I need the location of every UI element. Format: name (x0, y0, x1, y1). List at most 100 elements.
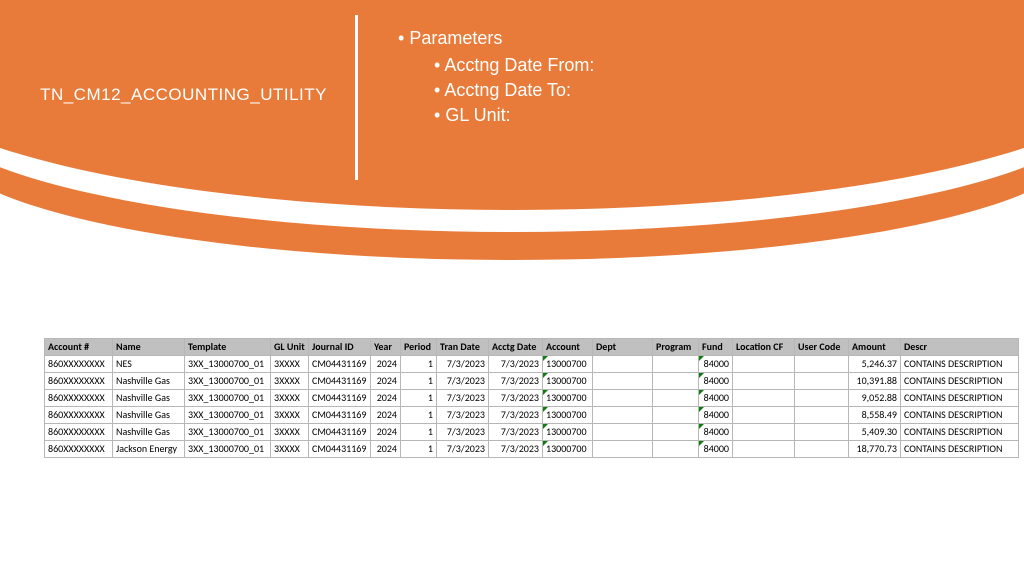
cell-account: 13000700 (543, 424, 593, 441)
cell-template: 3XX_13000700_01 (185, 390, 271, 407)
col-account-no: Account # (45, 339, 113, 356)
col-fund: Fund (699, 339, 733, 356)
cell-acctg-date: 7/3/2023 (489, 356, 543, 373)
cell-year: 2024 (371, 441, 401, 458)
cell-acctg-date: 7/3/2023 (489, 407, 543, 424)
cell-account-no: 860XXXXXXXX (45, 424, 113, 441)
cell-year: 2024 (371, 407, 401, 424)
cell-descr: CONTAINS DESCRIPTION (901, 373, 1019, 390)
header: TN_CM12_ACCOUNTING_UTILITY Parameters Ac… (0, 0, 1024, 190)
cell-template: 3XX_13000700_01 (185, 373, 271, 390)
table-row: 860XXXXXXXXNashville Gas3XX_13000700_013… (45, 373, 1019, 390)
col-gl-unit: GL Unit (271, 339, 309, 356)
cell-gl-unit: 3XXXX (271, 390, 309, 407)
parameters-block: Parameters Acctng Date From: Acctng Date… (358, 0, 1024, 190)
cell-dept (593, 390, 653, 407)
cell-user-code (795, 356, 849, 373)
cell-program (653, 356, 699, 373)
cell-acctg-date: 7/3/2023 (489, 373, 543, 390)
cell-name: Nashville Gas (113, 424, 185, 441)
cell-acctg-date: 7/3/2023 (489, 441, 543, 458)
cell-program (653, 441, 699, 458)
cell-account-no: 860XXXXXXXX (45, 390, 113, 407)
col-period: Period (401, 339, 437, 356)
cell-program (653, 373, 699, 390)
table-row: 860XXXXXXXXNashville Gas3XX_13000700_013… (45, 407, 1019, 424)
cell-name: Nashville Gas (113, 390, 185, 407)
col-user-code: User Code (795, 339, 849, 356)
cell-period: 1 (401, 373, 437, 390)
cell-gl-unit: 3XXXX (271, 407, 309, 424)
cell-year: 2024 (371, 390, 401, 407)
cell-template: 3XX_13000700_01 (185, 407, 271, 424)
cell-tran-date: 7/3/2023 (437, 390, 489, 407)
cell-year: 2024 (371, 373, 401, 390)
param-text: GL Unit: (445, 105, 510, 125)
cell-account-no: 860XXXXXXXX (45, 441, 113, 458)
table-row: 860XXXXXXXXNashville Gas3XX_13000700_013… (45, 424, 1019, 441)
cell-location-cf (733, 424, 795, 441)
data-table-wrap: Account # Name Template GL Unit Journal … (44, 338, 982, 458)
cell-user-code (795, 407, 849, 424)
cell-journal-id: CM04431169 (309, 390, 371, 407)
cell-descr: CONTAINS DESCRIPTION (901, 390, 1019, 407)
cell-amount: 8,558.49 (849, 407, 901, 424)
cell-location-cf (733, 390, 795, 407)
cell-year: 2024 (371, 356, 401, 373)
cell-template: 3XX_13000700_01 (185, 356, 271, 373)
cell-period: 1 (401, 356, 437, 373)
cell-name: Jackson Energy (113, 441, 185, 458)
page-title: TN_CM12_ACCOUNTING_UTILITY (40, 85, 327, 105)
cell-program (653, 424, 699, 441)
cell-amount: 9,052.88 (849, 390, 901, 407)
cell-journal-id: CM04431169 (309, 373, 371, 390)
cell-name: NES (113, 356, 185, 373)
cell-account: 13000700 (543, 390, 593, 407)
cell-template: 3XX_13000700_01 (185, 424, 271, 441)
cell-location-cf (733, 441, 795, 458)
cell-fund: 84000 (699, 407, 733, 424)
col-acctg-date: Acctg Date (489, 339, 543, 356)
cell-fund: 84000 (699, 390, 733, 407)
cell-journal-id: CM04431169 (309, 356, 371, 373)
col-amount: Amount (849, 339, 901, 356)
cell-tran-date: 7/3/2023 (437, 407, 489, 424)
param-text: Acctng Date From: (444, 55, 594, 75)
cell-account: 13000700 (543, 356, 593, 373)
cell-amount: 5,246.37 (849, 356, 901, 373)
col-year: Year (371, 339, 401, 356)
cell-amount: 18,770.73 (849, 441, 901, 458)
cell-account: 13000700 (543, 373, 593, 390)
param-gl-unit: GL Unit: (434, 105, 1024, 126)
cell-user-code (795, 441, 849, 458)
title-box: TN_CM12_ACCOUNTING_UTILITY (0, 0, 355, 190)
cell-tran-date: 7/3/2023 (437, 424, 489, 441)
cell-journal-id: CM04431169 (309, 407, 371, 424)
cell-gl-unit: 3XXXX (271, 373, 309, 390)
cell-fund: 84000 (699, 356, 733, 373)
cell-account: 13000700 (543, 441, 593, 458)
cell-program (653, 390, 699, 407)
cell-descr: CONTAINS DESCRIPTION (901, 407, 1019, 424)
cell-user-code (795, 390, 849, 407)
col-location-cf: Location CF (733, 339, 795, 356)
cell-amount: 5,409.30 (849, 424, 901, 441)
col-dept: Dept (593, 339, 653, 356)
cell-tran-date: 7/3/2023 (437, 373, 489, 390)
cell-name: Nashville Gas (113, 373, 185, 390)
cell-user-code (795, 424, 849, 441)
slide: TN_CM12_ACCOUNTING_UTILITY Parameters Ac… (0, 0, 1024, 576)
cell-location-cf (733, 373, 795, 390)
cell-gl-unit: 3XXXX (271, 356, 309, 373)
cell-year: 2024 (371, 424, 401, 441)
cell-journal-id: CM04431169 (309, 424, 371, 441)
col-template: Template (185, 339, 271, 356)
cell-account-no: 860XXXXXXXX (45, 407, 113, 424)
cell-period: 1 (401, 407, 437, 424)
col-descr: Descr (901, 339, 1019, 356)
col-program: Program (653, 339, 699, 356)
cell-program (653, 407, 699, 424)
cell-tran-date: 7/3/2023 (437, 356, 489, 373)
param-acctng-date-to: Acctng Date To: (434, 80, 1024, 101)
col-journal-id: Journal ID (309, 339, 371, 356)
